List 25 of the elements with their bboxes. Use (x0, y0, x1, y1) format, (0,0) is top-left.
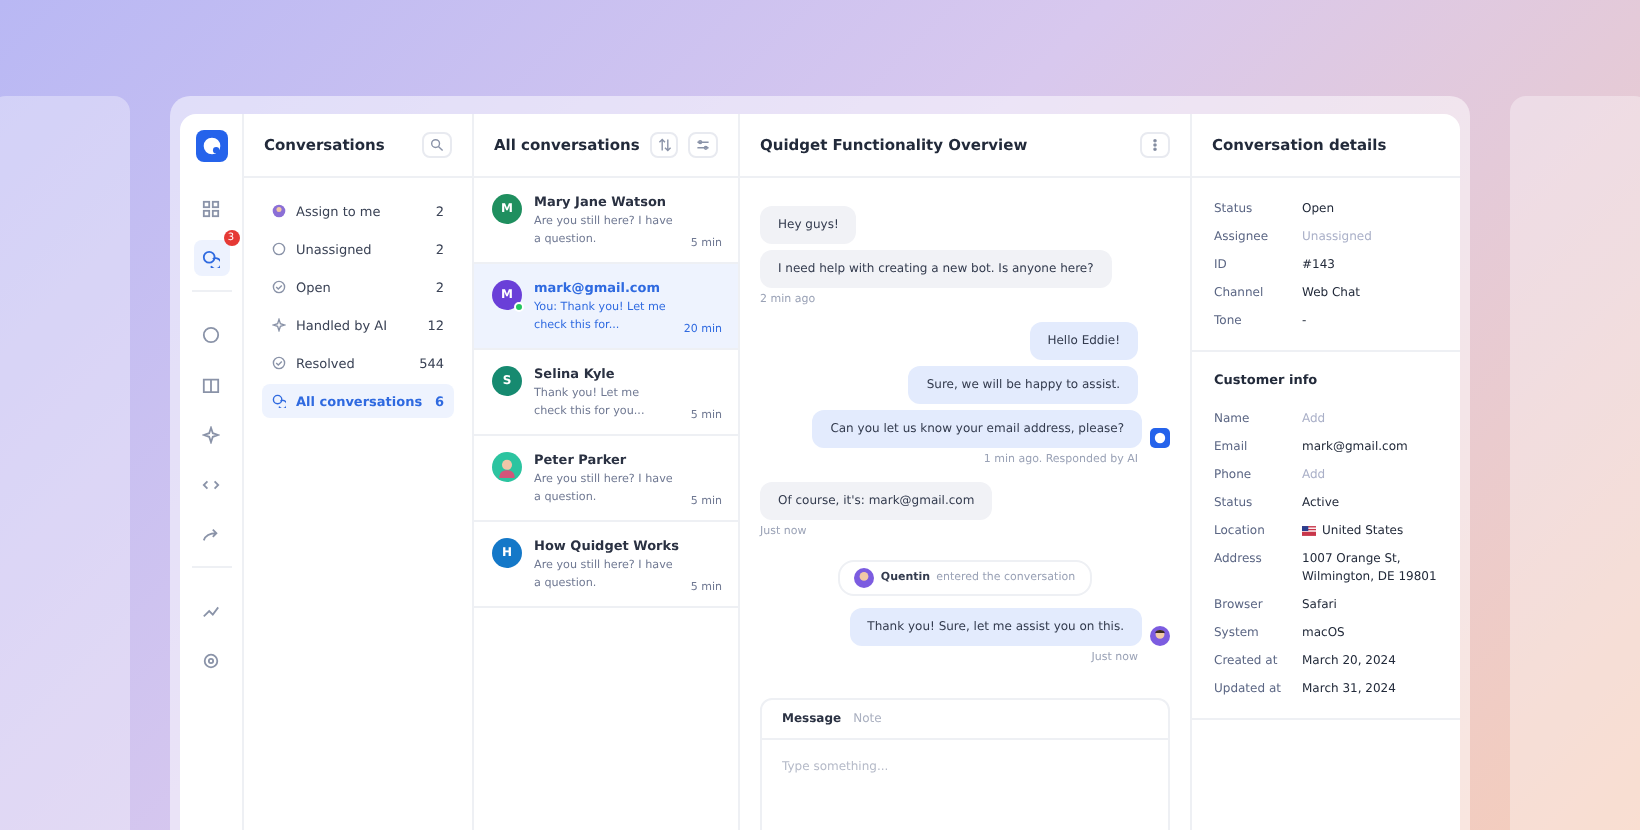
check-circle-icon (272, 356, 286, 370)
code-icon (202, 475, 220, 493)
book-icon (202, 375, 220, 393)
rail-button[interactable] (193, 240, 229, 276)
grid-icon (202, 199, 220, 217)
bot-avatar-icon (1150, 428, 1170, 448)
check-circle-icon (272, 280, 286, 294)
more-button[interactable] (1140, 132, 1170, 158)
logo-icon (195, 130, 227, 162)
filter-button[interactable] (688, 132, 718, 158)
trend-line-icon (202, 601, 220, 619)
sparkle-icon (272, 318, 286, 332)
more-icon (1148, 138, 1162, 152)
agent-avatar-icon (854, 568, 875, 588)
sliders-icon (696, 138, 711, 152)
search-icon (430, 138, 444, 152)
search-button[interactable] (422, 132, 452, 158)
sort-button[interactable] (649, 132, 679, 158)
share-arrow-icon (202, 525, 220, 543)
chat-bubbles-icon (202, 249, 220, 267)
agent-avatar-icon (1150, 626, 1170, 646)
chat-bubbles-icon (272, 394, 286, 408)
sparkle-icon (202, 425, 220, 443)
avatar-icon (272, 204, 286, 218)
sort-arrows-icon (657, 138, 672, 152)
